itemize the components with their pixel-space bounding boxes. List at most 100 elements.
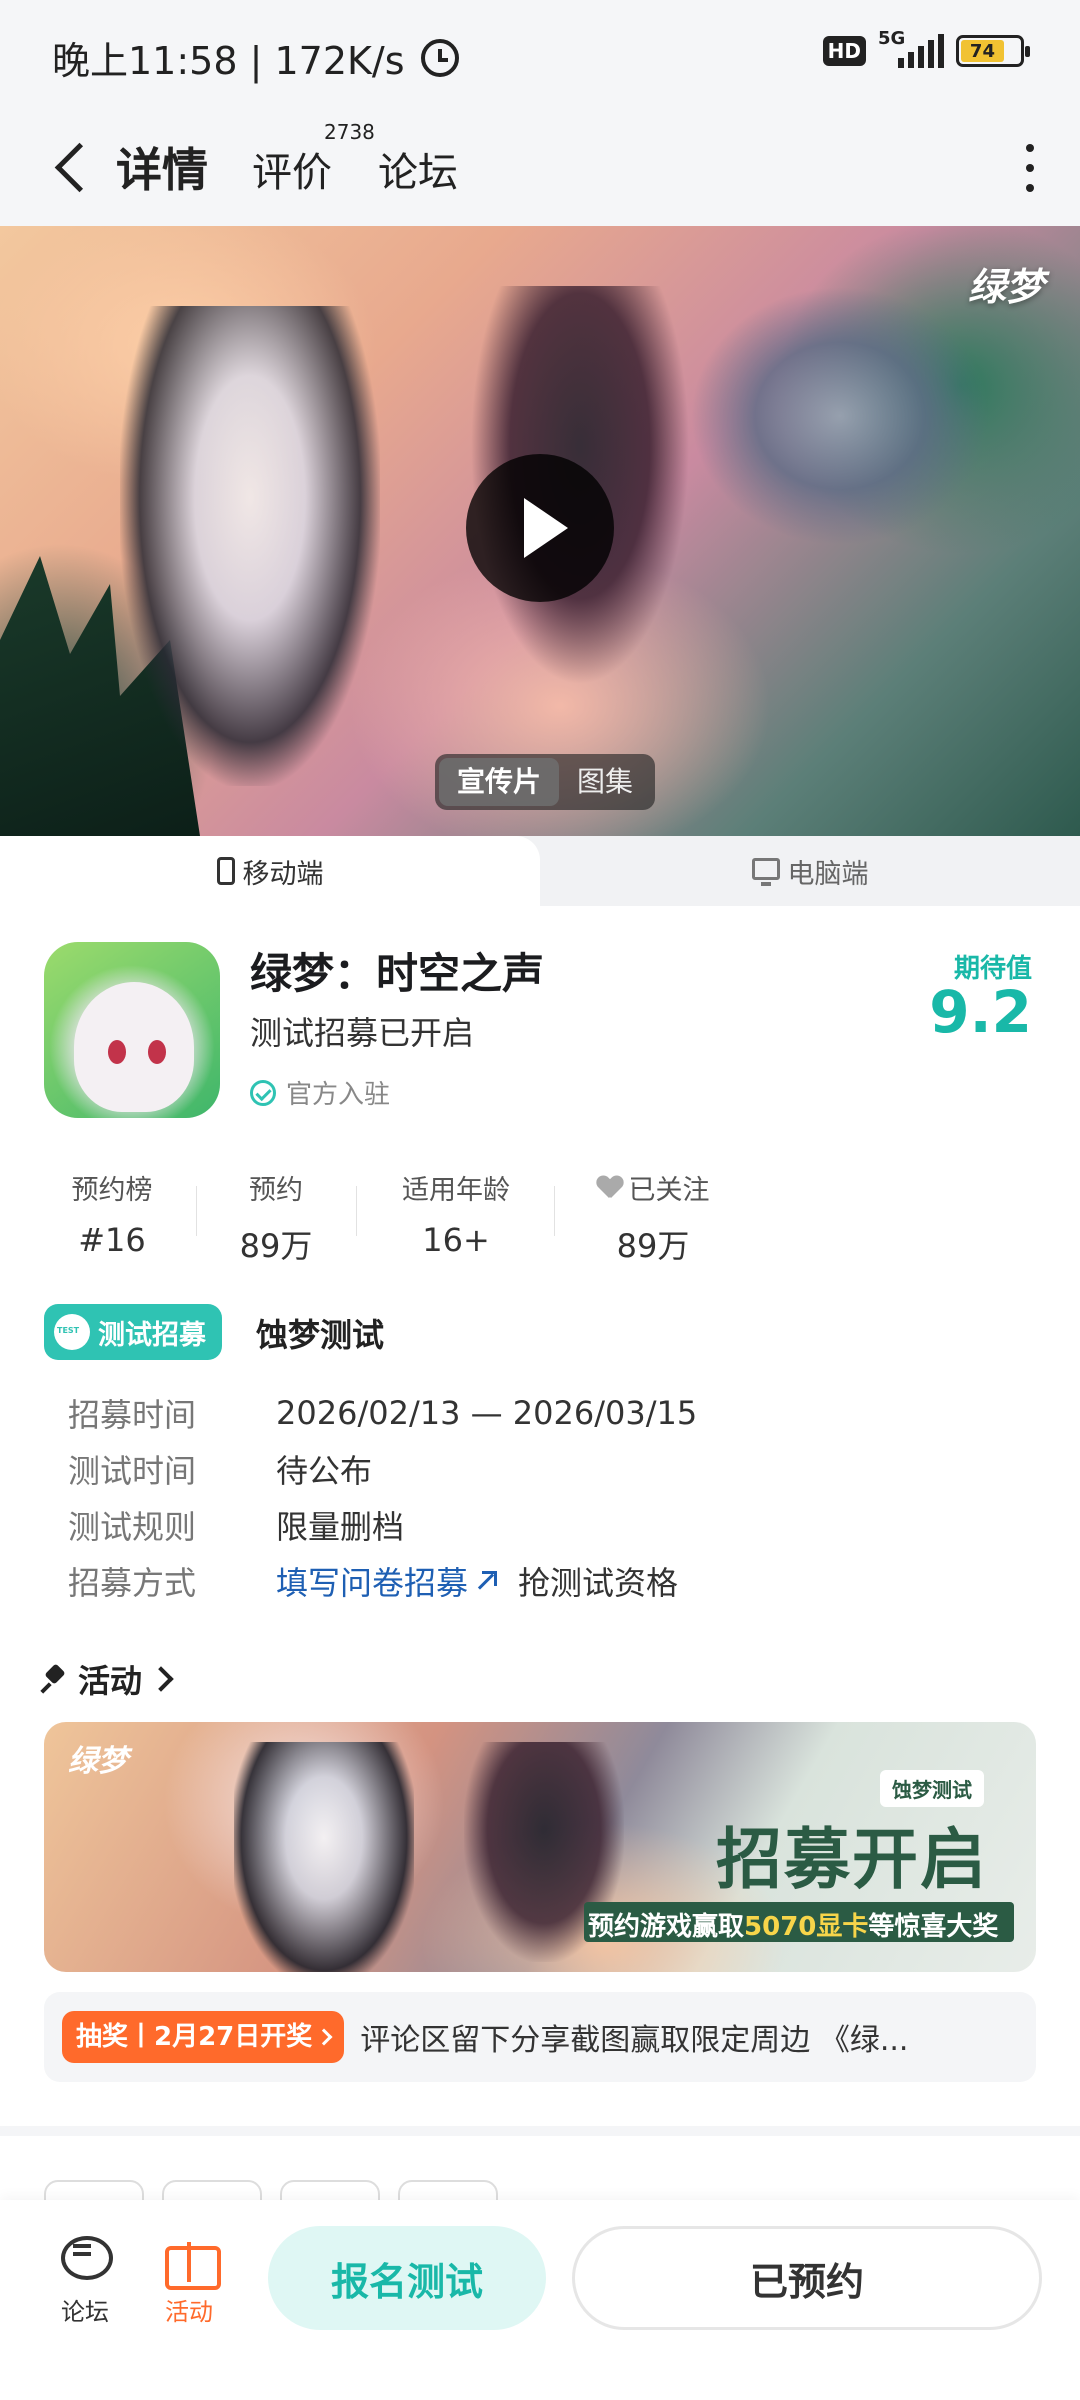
- app-subtitle: 测试招募已开启: [250, 1014, 475, 1052]
- phone-icon: [216, 857, 235, 885]
- activity-header[interactable]: 活动: [44, 1656, 174, 1702]
- lottery-row[interactable]: 抽奖丨2月27日开奖 评论区留下分享截图赢取限定周边 《绿...: [44, 1992, 1036, 2082]
- platform-tab-pc[interactable]: 电脑端: [540, 836, 1080, 906]
- monitor-icon: [751, 858, 780, 886]
- status-time-speed: 晚上11:58 | 172K/s: [52, 39, 405, 83]
- heart-icon: [597, 1176, 623, 1200]
- divider: [196, 1186, 197, 1236]
- forum-icon: [57, 2232, 113, 2284]
- lottery-tag-label: 抽奖丨2月27日开奖: [76, 2022, 313, 2052]
- stat-rank[interactable]: 预约榜 #16: [66, 1168, 158, 1259]
- stat-value: 16+: [422, 1221, 490, 1259]
- back-arrow-icon[interactable]: [52, 140, 92, 196]
- bottom-activity-label: 活动: [165, 2298, 213, 2326]
- stat-label: 预约榜: [71, 1175, 153, 1206]
- lottery-text: 评论区留下分享截图赢取限定周边 《绿...: [360, 2023, 909, 2058]
- reviews-count: 2738: [324, 120, 375, 144]
- app-title: 绿梦：时空之声: [250, 949, 545, 998]
- bottom-activity-button[interactable]: 活动: [144, 2232, 234, 2327]
- score-value: 9.2: [929, 978, 1032, 1046]
- info-key: 招募时间: [68, 1396, 197, 1434]
- game-logo: 绿梦: [967, 265, 1044, 309]
- banner-tag: 蚀梦测试: [880, 1770, 984, 1807]
- more-menu-icon[interactable]: [1020, 144, 1040, 192]
- hero-art-mech: [690, 286, 990, 546]
- stat-age: 适用年龄 16+: [396, 1168, 516, 1259]
- media-tab-gallery[interactable]: 图集: [559, 758, 651, 806]
- status-bar: 晚上11:58 | 172K/s HD 5G 74: [0, 0, 1080, 110]
- banner-text-highlight: 5070显卡: [744, 1912, 869, 1942]
- signal-icon: 5G: [878, 28, 944, 68]
- recruit-name: 蚀梦测试: [256, 1316, 385, 1354]
- info-key: 招募方式: [68, 1564, 197, 1602]
- official-label: 官方入驻: [286, 1080, 391, 1110]
- play-icon[interactable]: [466, 454, 614, 602]
- recruit-badge: 测试招募: [44, 1304, 222, 1360]
- reserved-button[interactable]: 已预约: [572, 2226, 1042, 2330]
- bottom-forum-label: 论坛: [61, 2298, 109, 2326]
- app-icon: [44, 942, 220, 1118]
- pin-icon: [44, 1664, 66, 1694]
- banner-text-prefix: 预约游戏赢取: [588, 1912, 745, 1942]
- recruit-badge-label: 测试招募: [98, 1319, 206, 1351]
- top-nav: 详情 评价 2738 论坛: [0, 110, 1080, 226]
- info-key: 测试时间: [68, 1452, 197, 1490]
- tab-reviews[interactable]: 评价: [252, 140, 332, 198]
- stat-label: 适用年龄: [402, 1175, 510, 1206]
- hero-art-character: [120, 306, 380, 786]
- questionnaire-link-label: 填写问卷招募: [276, 1564, 469, 1602]
- banner-logo: 绿梦: [68, 1744, 128, 1779]
- media-tabs: 宣传片 图集: [435, 754, 656, 810]
- info-row: 测试时间 待公布: [68, 1446, 372, 1492]
- info-row: 招募时间 2026/02/13 — 2026/03/15: [68, 1390, 697, 1436]
- divider: [356, 1186, 357, 1236]
- banner-text: 预约游戏赢取5070显卡等惊喜大奖: [588, 1906, 998, 1943]
- tab-forum[interactable]: 论坛: [378, 140, 458, 198]
- divider: [554, 1186, 555, 1236]
- stat-value: 89万: [239, 1227, 313, 1265]
- bottom-action-bar: 论坛 活动 报名测试 已预约: [0, 2200, 1080, 2400]
- official-badge: 官方入驻: [250, 1074, 390, 1111]
- info-row: 测试规则 限量删档: [68, 1502, 404, 1548]
- alarm-icon: [420, 38, 459, 77]
- stat-follow[interactable]: 已关注 89万: [590, 1168, 716, 1267]
- lottery-tag: 抽奖丨2月27日开奖: [62, 2011, 345, 2063]
- activity-title: 活动: [78, 1662, 143, 1700]
- questionnaire-link[interactable]: 填写问卷招募: [276, 1558, 498, 1604]
- tab-details[interactable]: 详情: [112, 134, 212, 200]
- banner-art-character: [234, 1742, 414, 1972]
- stat-reservations: 预约 89万: [230, 1168, 322, 1267]
- platform-tabs: 移动端 电脑端: [0, 836, 1080, 906]
- info-value: 待公布: [276, 1452, 373, 1490]
- info-key: 测试规则: [68, 1508, 197, 1546]
- bottom-forum-button[interactable]: 论坛: [40, 2232, 130, 2327]
- signup-test-button[interactable]: 报名测试: [268, 2226, 546, 2330]
- stat-label: 已关注: [628, 1175, 710, 1206]
- activity-banner[interactable]: 绿梦 蚀梦测试 招募开启 预约游戏赢取5070显卡等惊喜大奖: [44, 1722, 1036, 1972]
- battery-level: 74: [961, 40, 1004, 62]
- info-value: 2026/02/13 — 2026/03/15: [276, 1394, 698, 1432]
- hd-badge: HD: [822, 36, 866, 66]
- chevron-right-icon: [148, 1666, 174, 1692]
- battery-icon: 74: [956, 35, 1030, 67]
- external-link-icon: [474, 1571, 498, 1591]
- hero-media[interactable]: 绿梦 宣传片 图集: [0, 226, 1080, 836]
- stat-value: #16: [78, 1221, 146, 1259]
- stat-label: 预约: [249, 1175, 303, 1206]
- grab-qualification: 抢测试资格: [518, 1564, 679, 1602]
- banner-text-suffix: 等惊喜大奖: [868, 1912, 999, 1942]
- platform-tab-mobile[interactable]: 移动端: [0, 836, 540, 906]
- status-left: 晚上11:58 | 172K/s: [52, 30, 459, 85]
- info-row: 招募方式 填写问卷招募 抢测试资格: [68, 1558, 678, 1604]
- section-divider: [0, 2126, 1080, 2136]
- network-type: 5G: [878, 28, 906, 49]
- check-circle-icon: [250, 1079, 276, 1106]
- banner-headline: 招募开启: [716, 1821, 988, 1898]
- chevron-right-icon: [315, 2028, 333, 2046]
- platform-tab-label: 移动端: [242, 858, 324, 890]
- gift-icon: [163, 2232, 221, 2290]
- info-value: 限量删档: [276, 1508, 405, 1546]
- media-tab-trailer[interactable]: 宣传片: [439, 758, 560, 806]
- status-right: HD 5G 74: [822, 28, 1030, 68]
- test-icon: [54, 1314, 90, 1350]
